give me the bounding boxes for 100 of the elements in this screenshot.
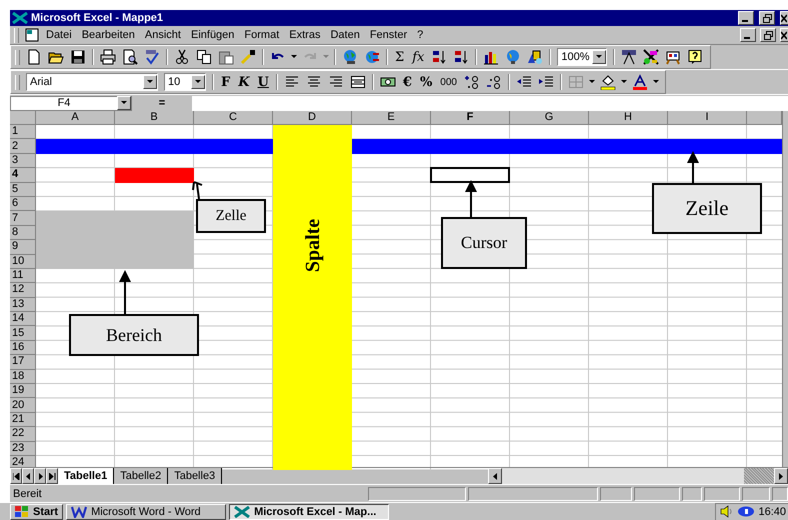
row-header[interactable]: 15	[10, 326, 36, 341]
tab-scroll-prev-button[interactable]	[22, 468, 34, 484]
horizontal-scrollbar[interactable]	[488, 468, 788, 484]
color-palette-icon[interactable]	[643, 49, 660, 65]
row-header[interactable]: 10	[10, 254, 36, 269]
row-header[interactable]: 23	[10, 442, 36, 456]
easel-icon[interactable]	[665, 49, 682, 65]
menu-item[interactable]: ?	[413, 29, 428, 41]
filled-cell[interactable]	[352, 139, 431, 154]
filled-cell[interactable]	[194, 139, 273, 154]
bar-chart-icon[interactable]	[483, 49, 500, 65]
close-button[interactable]	[780, 28, 788, 42]
equals-sign[interactable]: =	[132, 97, 192, 109]
sheet-tab[interactable]: Tabelle3	[168, 468, 222, 484]
tab-scroll-next-button[interactable]	[34, 468, 46, 484]
row-header[interactable]: 3	[10, 154, 36, 168]
paste-icon[interactable]	[218, 49, 234, 65]
cell-cursor[interactable]	[430, 167, 510, 183]
menu-item[interactable]: Fenster	[366, 29, 412, 41]
thousands-separator-button[interactable]: 000	[436, 73, 461, 91]
menu-item[interactable]: Extras	[285, 29, 324, 41]
row-header[interactable]: 14	[10, 312, 36, 326]
sheet-tab[interactable]: Tabelle1	[58, 468, 114, 484]
bold-button[interactable]: F	[217, 73, 234, 91]
font-dropdown[interactable]: Arial	[26, 73, 158, 91]
copy-icon[interactable]	[196, 49, 212, 65]
minimize-button[interactable]	[738, 11, 754, 25]
scroll-thumb[interactable]	[744, 468, 774, 484]
close-button[interactable]	[780, 11, 788, 25]
filled-cell[interactable]	[747, 139, 782, 154]
row-header[interactable]: 5	[10, 182, 36, 197]
restore-button[interactable]	[759, 11, 775, 25]
underline-button[interactable]: U	[254, 73, 273, 91]
menu-item[interactable]: Einfügen	[186, 29, 238, 41]
column-header[interactable]: E	[352, 111, 431, 125]
help-icon[interactable]	[687, 49, 704, 65]
row-header[interactable]: 17	[10, 355, 36, 370]
name-box[interactable]: F4	[10, 96, 132, 110]
font-size-dropdown[interactable]: 10	[164, 73, 206, 91]
function-button[interactable]: fx	[408, 48, 428, 66]
sort-ascending-icon[interactable]	[431, 49, 448, 65]
document-icon[interactable]	[24, 28, 40, 42]
row-header[interactable]: 9	[10, 240, 36, 255]
row-header[interactable]: 13	[10, 298, 36, 312]
dropdown-arrow-icon[interactable]	[652, 80, 659, 84]
start-button[interactable]: Start	[10, 504, 64, 520]
row-header[interactable]: 12	[10, 283, 36, 298]
minimize-button[interactable]	[740, 28, 756, 42]
filled-cell[interactable]	[115, 168, 194, 183]
menu-item[interactable]: Daten	[326, 29, 364, 41]
globe-icon[interactable]	[342, 49, 358, 65]
column-header[interactable]: B	[115, 111, 194, 125]
restore-button[interactable]	[760, 28, 776, 42]
row-header[interactable]: 11	[10, 268, 36, 284]
dropdown-arrow-icon[interactable]	[291, 55, 297, 59]
spellcheck-icon[interactable]	[144, 49, 160, 65]
row-header[interactable]: 18	[10, 370, 36, 384]
filled-cell[interactable]	[273, 125, 352, 140]
column-header[interactable]: C	[194, 111, 273, 125]
column-header[interactable]: F	[431, 111, 510, 125]
tab-scroll-last-button[interactable]	[46, 468, 58, 484]
scissors-icon[interactable]	[174, 49, 190, 65]
taskbar-button[interactable]: Microsoft Excel - Map...	[229, 504, 390, 520]
row-header[interactable]: 7	[10, 211, 36, 226]
globe-icon[interactable]	[505, 49, 522, 65]
row-header[interactable]: 6	[10, 196, 36, 212]
increase-decimal-icon[interactable]	[464, 74, 480, 90]
shapes-icon[interactable]	[527, 49, 544, 65]
row-header[interactable]: 21	[10, 412, 36, 428]
speaker-icon[interactable]	[720, 505, 734, 518]
row-header[interactable]: 22	[10, 427, 36, 442]
decrease-decimal-icon[interactable]	[486, 74, 502, 90]
taskbar-button[interactable]: Microsoft Word - Word	[66, 504, 226, 520]
italic-button[interactable]: K	[234, 73, 254, 91]
row-header[interactable]: 2	[10, 139, 36, 154]
menu-item[interactable]: Ansicht	[140, 29, 185, 41]
scroll-right-button[interactable]	[774, 468, 788, 484]
column-header[interactable]: D	[273, 111, 352, 125]
sheet-tab[interactable]: Tabelle2	[114, 468, 168, 484]
menu-item[interactable]: Datei	[42, 29, 76, 41]
menu-item[interactable]: Bearbeiten	[78, 29, 139, 41]
row-header[interactable]: 19	[10, 384, 36, 398]
autosum-button[interactable]: Σ	[391, 48, 408, 66]
column-header[interactable]: A	[36, 111, 115, 125]
dropdown-arrow-icon[interactable]	[620, 80, 627, 84]
menu-item[interactable]: Format	[240, 29, 284, 41]
print-preview-icon[interactable]	[122, 49, 138, 65]
percent-button[interactable]: %	[416, 73, 436, 91]
row-header[interactable]: 4	[10, 168, 36, 183]
formula-input[interactable]	[192, 96, 788, 110]
dropdown-arrow-icon[interactable]	[588, 80, 595, 84]
font-color-icon[interactable]	[632, 74, 648, 90]
row-header[interactable]: 8	[10, 226, 36, 240]
column-header[interactable]: H	[589, 111, 668, 125]
row-header[interactable]: 1	[10, 125, 36, 140]
merge-center-icon[interactable]	[350, 74, 366, 90]
row-header[interactable]: 16	[10, 340, 36, 356]
column-header[interactable]: I	[668, 111, 747, 125]
globe-arrows-icon[interactable]	[364, 49, 380, 65]
column-header[interactable]: G	[510, 111, 589, 125]
